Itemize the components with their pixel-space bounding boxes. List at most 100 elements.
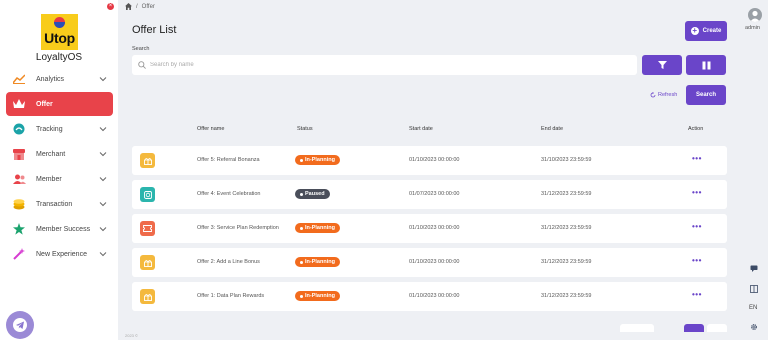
magic-wand-icon (12, 247, 26, 261)
table-row[interactable]: Offer 4: Event Celebration Paused 01/07/… (132, 180, 727, 209)
pagination-prev-button[interactable] (620, 324, 654, 332)
status-badge: In-Planning (295, 291, 340, 301)
avatar[interactable] (748, 8, 762, 22)
gift-icon (140, 153, 155, 168)
column-header-offer-name: Offer name (197, 126, 225, 132)
layout-icon[interactable] (750, 285, 758, 293)
chevron-down-icon (99, 177, 107, 182)
sidebar-collapse-button[interactable]: × (107, 3, 114, 10)
table-row[interactable]: Offer 5: Referral Bonanza In-Planning 01… (132, 146, 727, 175)
filter-icon (657, 61, 667, 69)
search-input[interactable] (150, 62, 550, 68)
plus-icon: + (690, 26, 699, 35)
search-icon (138, 61, 146, 69)
pagination-next-button[interactable] (707, 324, 727, 332)
sidebar-item-merchant[interactable]: Merchant (6, 142, 113, 166)
columns-toggle-button[interactable] (686, 55, 726, 75)
coins-icon (12, 197, 26, 211)
end-date: 31/12/2023 23:59:59 (541, 293, 592, 299)
sidebar-item-member-success[interactable]: Member Success (6, 217, 113, 241)
offer-name: Offer 3: Service Plan Redemption (197, 225, 279, 231)
row-actions-menu-icon[interactable]: ••• (692, 222, 702, 231)
sidebar-item-label: Tracking (36, 125, 63, 133)
chevron-down-icon (99, 227, 107, 232)
pagination-page-button[interactable] (684, 324, 704, 332)
status-badge: In-Planning (295, 155, 340, 165)
sidebar-item-new-experience[interactable]: New Experience (6, 242, 113, 266)
username-label: admin (745, 25, 760, 31)
table-row[interactable]: Offer 3: Service Plan Redemption In-Plan… (132, 214, 727, 243)
user-icon (750, 10, 760, 22)
chevron-down-icon (99, 202, 107, 207)
chevron-down-icon (99, 252, 107, 257)
row-actions-menu-icon[interactable]: ••• (692, 188, 702, 197)
star-icon (12, 222, 26, 236)
sidebar-item-label: Member (36, 175, 62, 183)
chevron-down-icon (99, 152, 107, 157)
search-box[interactable] (132, 55, 637, 75)
page-title: Offer List (132, 24, 177, 36)
create-button[interactable]: + Create (685, 21, 727, 41)
end-date: 31/10/2023 23:59:59 (541, 157, 592, 163)
sidebar-item-analytics[interactable]: Analytics (6, 67, 113, 91)
start-date: 01/10/2023 00:00:00 (409, 157, 460, 163)
column-header-action: Action (688, 126, 704, 132)
search-button[interactable]: Search (686, 85, 726, 105)
chevron-down-icon (99, 77, 107, 82)
status-badge: In-Planning (295, 223, 340, 233)
clock-icon (140, 187, 155, 202)
sidebar-item-tracking[interactable]: Tracking (6, 117, 113, 141)
sidebar-item-member[interactable]: Member (6, 167, 113, 191)
search-label: Search (132, 46, 150, 52)
home-icon[interactable] (125, 3, 132, 10)
offer-name: Offer 4: Event Celebration (197, 191, 261, 197)
row-actions-menu-icon[interactable]: ••• (692, 290, 702, 299)
store-icon (12, 147, 26, 161)
sidebar-item-label: New Experience (36, 250, 87, 258)
column-header-status: Status (297, 126, 313, 132)
table-row[interactable]: Offer 1: Data Plan Rewards In-Planning 0… (132, 282, 727, 311)
gear-icon[interactable] (750, 323, 758, 331)
sidebar-item-offer[interactable]: Offer (6, 92, 113, 116)
row-actions-menu-icon[interactable]: ••• (692, 256, 702, 265)
column-header-start-date: Start date (409, 126, 433, 132)
status-badge: Paused (295, 189, 330, 199)
telegram-button[interactable] (6, 311, 34, 339)
chart-line-icon (12, 72, 26, 86)
row-actions-menu-icon[interactable]: ••• (692, 154, 702, 163)
filter-button[interactable] (642, 55, 682, 75)
sidebar-item-label: Analytics (36, 75, 65, 83)
telegram-icon (13, 318, 27, 332)
end-date: 31/12/2023 23:59:59 (541, 191, 592, 197)
users-icon (12, 172, 26, 186)
start-date: 01/10/2023 00:00:00 (409, 225, 460, 231)
brand-name: LoyaltyOS (35, 52, 83, 63)
chevron-down-icon (99, 127, 107, 132)
start-date: 01/07/2023 00:00:00 (409, 191, 460, 197)
breadcrumb-separator: / (136, 3, 138, 10)
language-switcher[interactable]: EN (749, 305, 757, 311)
logo-emblem-icon (54, 17, 65, 28)
sidebar-item-label: Offer (36, 100, 53, 108)
logo-text: Utop (44, 30, 75, 46)
refresh-icon (650, 92, 656, 98)
sidebar-item-label: Transaction (36, 200, 73, 208)
gift-icon (140, 289, 155, 304)
sidebar-item-label: Merchant (36, 150, 66, 158)
chat-icon[interactable] (750, 264, 758, 272)
refresh-label: Refresh (658, 92, 678, 98)
refresh-link[interactable]: Refresh (650, 92, 677, 98)
columns-icon (702, 61, 710, 69)
start-date: 01/10/2023 00:00:00 (409, 259, 460, 265)
breadcrumb: / Offer (125, 3, 155, 10)
start-date: 01/10/2023 00:00:00 (409, 293, 460, 299)
utop-logo: Utop (41, 14, 78, 50)
table-row[interactable]: Offer 2: Add a Line Bonus In-Planning 01… (132, 248, 727, 277)
crown-icon (12, 97, 26, 111)
sidebar-item-transaction[interactable]: Transaction (6, 192, 113, 216)
tracking-icon (12, 122, 26, 136)
gift-icon (140, 255, 155, 270)
copyright: 2023 © (125, 333, 138, 338)
sidebar-item-label: Member Success (36, 225, 91, 233)
sidebar: × Utop LoyaltyOS Analytics Offer Trackin… (0, 0, 118, 340)
